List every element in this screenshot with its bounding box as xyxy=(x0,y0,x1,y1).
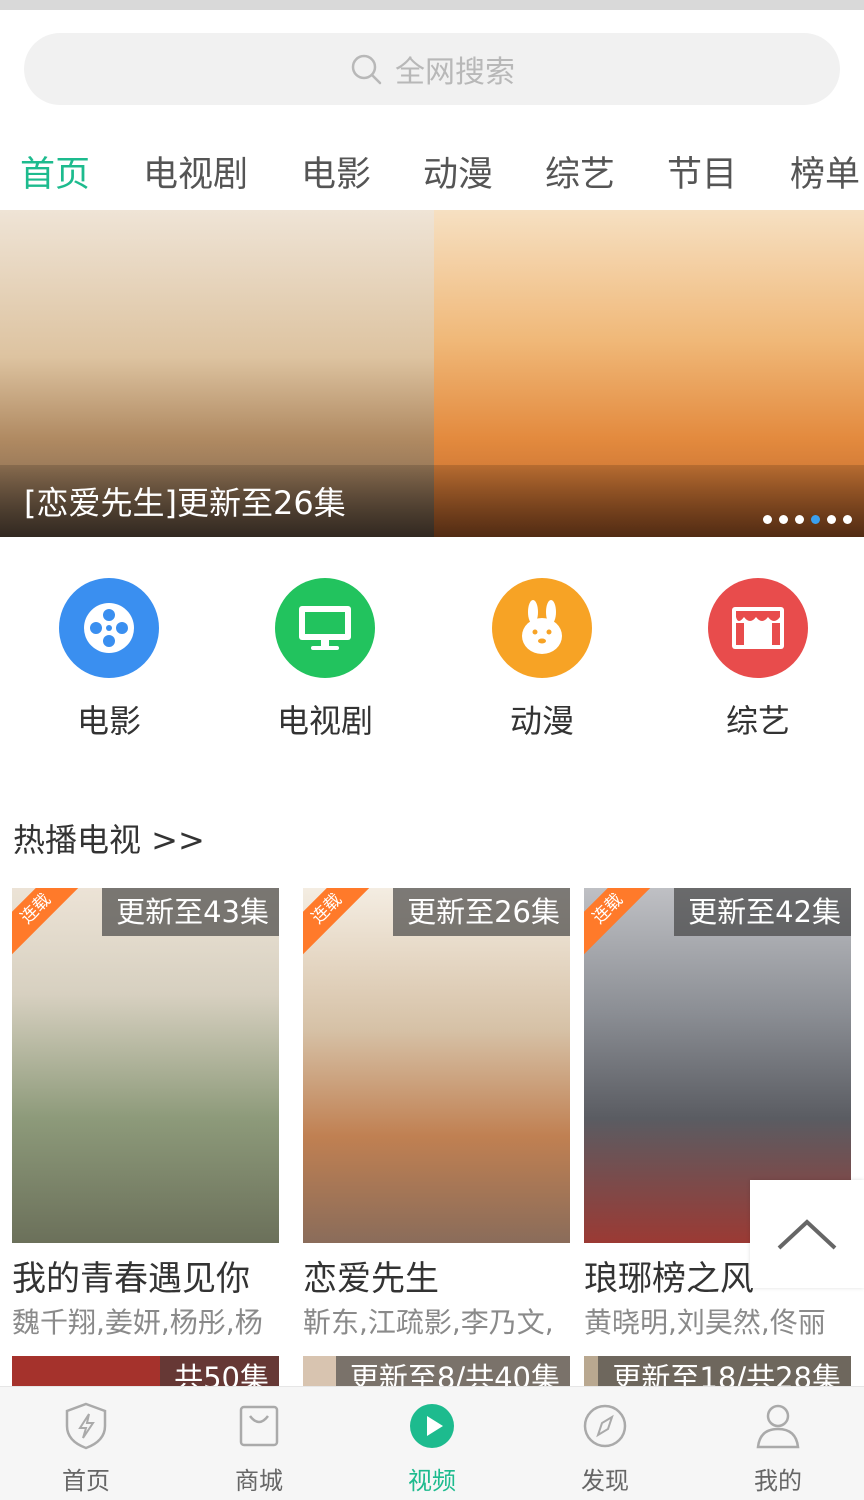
nav-video[interactable]: 视频 xyxy=(372,1401,492,1496)
compass-icon xyxy=(580,1401,630,1451)
nav-label: 视频 xyxy=(408,1467,456,1495)
tab-programs[interactable]: 节目 xyxy=(667,146,737,197)
serial-badge: 连载 xyxy=(303,888,373,955)
status-bar xyxy=(0,0,864,10)
video-cast: 魏千翔,姜妍,杨彤,杨 xyxy=(12,1306,263,1339)
banner-pagination xyxy=(763,515,852,524)
banner-caption: [恋爱先生]更新至26集 xyxy=(24,484,346,522)
video-card-partial[interactable]: 更新至8/共40集 xyxy=(303,1356,570,1386)
play-circle-icon xyxy=(407,1401,457,1451)
chevron-up-icon xyxy=(777,1219,837,1250)
category-variety[interactable]: 综艺 xyxy=(688,578,828,742)
serial-badge: 连载 xyxy=(584,888,654,955)
hero-banner[interactable]: [恋爱先生]更新至26集 xyxy=(0,210,864,537)
video-title: 我的青春遇见你 xyxy=(12,1259,250,1295)
tab-movies[interactable]: 电影 xyxy=(301,146,371,197)
video-poster: 连载 更新至43集 xyxy=(12,888,279,1243)
video-card-partial[interactable]: 更新至18/共28集 xyxy=(584,1356,851,1386)
category-tv-series[interactable]: 电视剧 xyxy=(255,578,395,742)
episode-update-label: 更新至18/共28集 xyxy=(598,1356,851,1386)
tab-rankings[interactable]: 榜单 xyxy=(790,146,860,197)
video-card[interactable]: 连载 更新至43集 我的青春遇见你 魏千翔,姜妍,杨彤,杨 xyxy=(12,888,279,1341)
video-cast: 靳东,江疏影,李乃文, xyxy=(303,1306,554,1339)
banner-dot[interactable] xyxy=(763,515,772,524)
tab-anime[interactable]: 动漫 xyxy=(423,146,493,197)
nav-label: 商城 xyxy=(235,1467,283,1495)
video-cast: 黄晓明,刘昊然,佟丽 xyxy=(584,1306,826,1339)
serial-badge: 连载 xyxy=(12,888,82,955)
nav-mine[interactable]: 我的 xyxy=(718,1401,838,1496)
category-label: 动漫 xyxy=(509,702,574,740)
banner-dot-active[interactable] xyxy=(811,515,820,524)
video-poster: 连载 更新至26集 xyxy=(303,888,570,1243)
category-tabs: 首页 电视剧 电影 动漫 综艺 节目 榜单 xyxy=(0,130,864,206)
shopping-bag-icon xyxy=(234,1401,284,1451)
nav-discover[interactable]: 发现 xyxy=(545,1401,665,1496)
banner-dot[interactable] xyxy=(779,515,788,524)
tab-variety[interactable]: 综艺 xyxy=(545,146,615,197)
category-label: 电影 xyxy=(76,702,141,740)
search-placeholder: 全网搜索 xyxy=(395,55,515,90)
episode-update-label: 更新至8/共40集 xyxy=(335,1356,570,1386)
category-label: 电视剧 xyxy=(276,702,373,740)
category-anime[interactable]: 动漫 xyxy=(472,578,612,742)
search-icon xyxy=(351,54,382,85)
nav-home[interactable]: 首页 xyxy=(26,1401,146,1496)
nav-label: 我的 xyxy=(754,1467,802,1495)
episode-update-label: 更新至43集 xyxy=(102,888,279,936)
tab-tv-series[interactable]: 电视剧 xyxy=(143,146,248,197)
film-reel-icon xyxy=(59,578,159,678)
video-card[interactable]: 连载 更新至26集 恋爱先生 靳东,江疏影,李乃文, xyxy=(303,888,570,1341)
tab-home[interactable]: 首页 xyxy=(20,146,90,197)
bottom-navigation: 首页 商城 视频 发现 我的 xyxy=(0,1386,864,1500)
nav-mall[interactable]: 商城 xyxy=(199,1401,319,1496)
lightning-shield-icon xyxy=(61,1401,111,1451)
tv-monitor-icon xyxy=(275,578,375,678)
video-card-partial[interactable]: 共50集 xyxy=(12,1356,279,1386)
banner-dot[interactable] xyxy=(795,515,804,524)
back-to-top-button[interactable] xyxy=(750,1180,864,1288)
episode-update-label: 更新至42集 xyxy=(674,888,851,936)
cartoon-rabbit-icon xyxy=(492,578,592,678)
category-label: 综艺 xyxy=(725,702,790,740)
nav-label: 发现 xyxy=(581,1467,629,1495)
banner-dot[interactable] xyxy=(843,515,852,524)
episode-update-label: 共50集 xyxy=(160,1356,279,1386)
video-title: 恋爱先生 xyxy=(303,1259,439,1295)
stage-curtain-icon xyxy=(708,578,808,678)
section-title-hot-tv[interactable]: 热播电视 >> xyxy=(13,815,205,861)
banner-dot[interactable] xyxy=(827,515,836,524)
search-bar[interactable]: 全网搜索 xyxy=(24,33,840,105)
category-movies[interactable]: 电影 xyxy=(39,578,179,742)
person-icon xyxy=(753,1401,803,1451)
nav-label: 首页 xyxy=(62,1467,110,1495)
episode-update-label: 更新至26集 xyxy=(393,888,570,936)
